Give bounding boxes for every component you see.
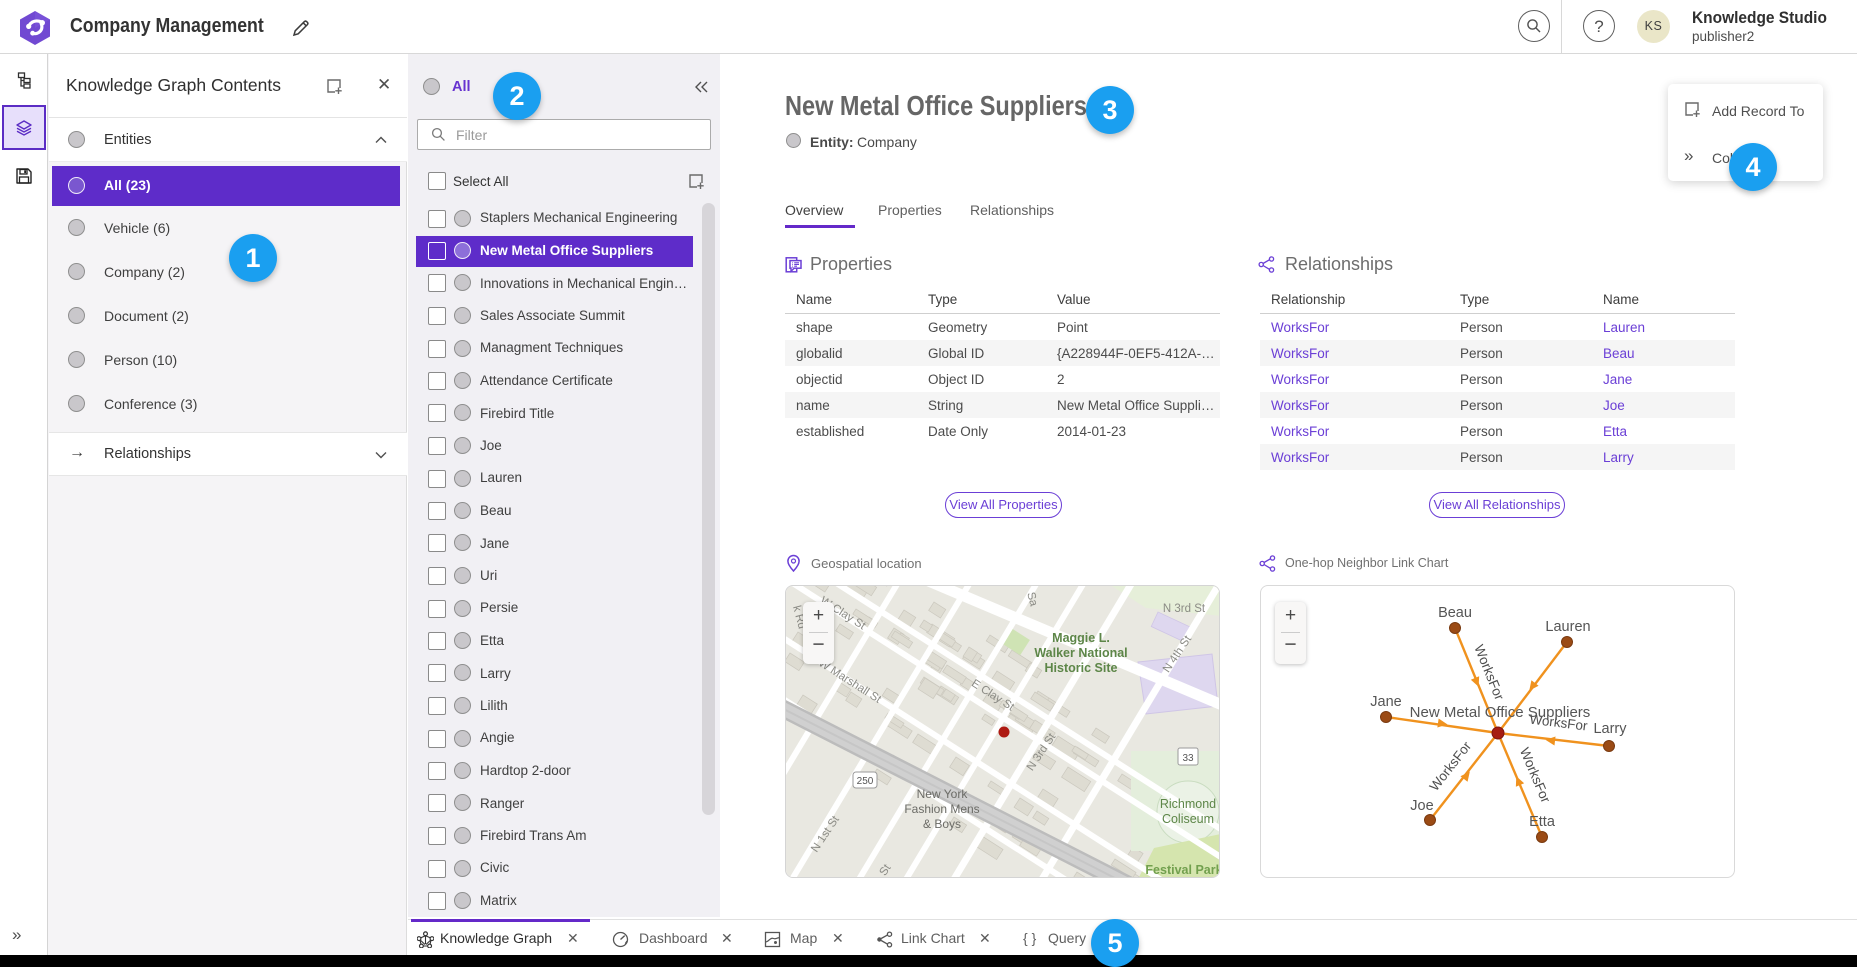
svg-text:New Metal Office Suppliers: New Metal Office Suppliers	[1410, 704, 1591, 721]
svg-text:WorksFor: WorksFor	[1517, 745, 1554, 805]
svg-text:Walker National: Walker National	[1034, 646, 1127, 660]
svg-text:Beau: Beau	[1438, 605, 1472, 621]
svg-text:33: 33	[1182, 753, 1194, 764]
svg-text:Joe: Joe	[1410, 798, 1433, 814]
svg-text:WorksFor: WorksFor	[1471, 642, 1507, 702]
svg-text:Richmond: Richmond	[1160, 797, 1216, 811]
svg-text:Jane: Jane	[1370, 694, 1401, 710]
svg-text:N 3rd St: N 3rd St	[1163, 603, 1206, 615]
svg-text:Festival Park: Festival Park	[1145, 863, 1220, 877]
svg-text:WorksFor: WorksFor	[1427, 738, 1475, 794]
svg-text:Maggie L.: Maggie L.	[1052, 631, 1110, 645]
svg-text:Larry: Larry	[1593, 721, 1627, 737]
svg-text:Etta: Etta	[1529, 814, 1556, 830]
svg-text:Coliseum: Coliseum	[1162, 812, 1214, 826]
svg-text:New York: New York	[917, 787, 969, 801]
svg-text:250: 250	[857, 776, 874, 787]
svg-text:& Boys: & Boys	[923, 817, 961, 831]
svg-text:Lauren: Lauren	[1545, 619, 1590, 635]
svg-text:Fashion Mens: Fashion Mens	[904, 802, 979, 816]
svg-text:Historic Site: Historic Site	[1045, 661, 1118, 675]
